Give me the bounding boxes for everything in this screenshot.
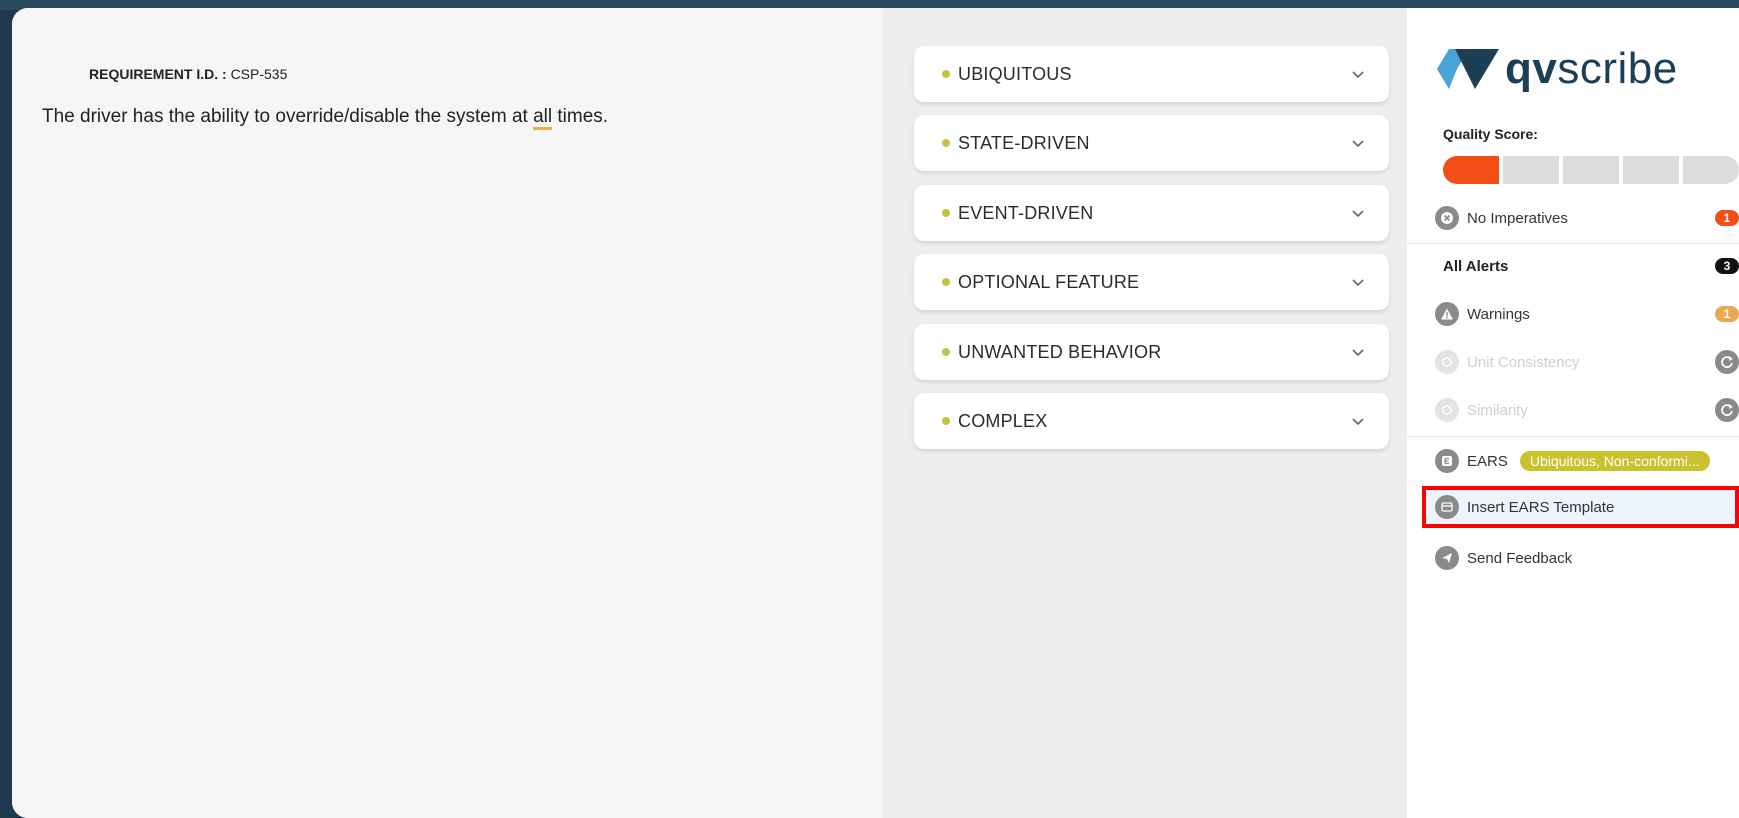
template-label: STATE-DRIVEN [958, 132, 1090, 153]
alert-warnings[interactable]: Warnings 1 [1435, 294, 1739, 334]
quality-score-segment [1503, 156, 1559, 184]
template-label: EVENT-DRIVEN [958, 202, 1094, 223]
template-optional-feature[interactable]: OPTIONAL FEATURE [914, 254, 1389, 310]
requirement-id: REQUIREMENT I.D. : CSP-535 [89, 66, 287, 82]
check-label: Similarity [1467, 401, 1528, 419]
template-event-driven[interactable]: EVENT-DRIVEN [914, 185, 1389, 241]
requirement-text[interactable]: The driver has the ability to override/d… [42, 106, 609, 130]
chevron-down-icon [1352, 418, 1364, 426]
divider [1407, 243, 1739, 244]
requirement-text-after: times. [552, 106, 609, 127]
insert-ears-template-label: Insert EARS Template [1467, 498, 1615, 516]
template-dot [942, 209, 950, 217]
qvscribe-logo-icon [1437, 49, 1499, 89]
highlighted-term[interactable]: all [533, 106, 553, 130]
check-label: Unit Consistency [1467, 353, 1580, 371]
insert-ears-template-button[interactable]: Insert EARS Template [1427, 490, 1735, 524]
requirement-id-label: REQUIREMENT I.D. : [89, 66, 227, 82]
ears-status[interactable]: EARS Ubiquitous, Non-conformi... [1435, 441, 1739, 481]
divider [1407, 436, 1739, 437]
template-dot [942, 417, 950, 425]
quality-score-segment [1683, 156, 1739, 184]
quality-score-segment [1443, 156, 1499, 184]
send-feedback-button[interactable]: Send Feedback [1435, 538, 1739, 578]
send-feedback-label: Send Feedback [1467, 549, 1573, 567]
quality-score-segment [1563, 156, 1619, 184]
qvscribe-logo: qvscribe [1437, 44, 1678, 94]
template-label: OPTIONAL FEATURE [958, 271, 1140, 292]
quality-score-bar [1443, 156, 1739, 184]
ears-label: EARS [1467, 452, 1508, 470]
refresh-icon[interactable] [1715, 350, 1739, 374]
qvscribe-panel: qvscribe Quality Score: No Imperatives 1… [1407, 8, 1739, 818]
ears-e-icon [1435, 449, 1459, 473]
all-alerts-count-badge: 3 [1715, 258, 1739, 274]
similarity-icon [1435, 398, 1459, 422]
all-alerts-header[interactable]: All Alerts 3 [1435, 246, 1739, 286]
template-dot [942, 348, 950, 356]
template-dot [942, 278, 950, 286]
paper-plane-icon [1435, 546, 1459, 570]
template-dot [942, 70, 950, 78]
template-dot [942, 139, 950, 147]
all-alerts-label: All Alerts [1443, 257, 1509, 275]
chevron-down-icon [1352, 140, 1364, 148]
requirement-id-value: CSP-535 [230, 66, 288, 82]
template-icon [1435, 495, 1459, 519]
requirement-editor[interactable]: REQUIREMENT I.D. : CSP-535 The driver ha… [12, 8, 882, 818]
quality-score-segment [1623, 156, 1679, 184]
qvscribe-wordmark: qvscribe [1505, 44, 1678, 94]
alert-no-imperatives[interactable]: No Imperatives 1 [1435, 198, 1739, 238]
alert-label: No Imperatives [1467, 209, 1568, 227]
alert-label: Warnings [1467, 305, 1530, 323]
ears-templates-column: UBIQUITOUS STATE-DRIVEN EVENT-DRIVEN OPT… [882, 8, 1407, 818]
chevron-down-icon [1352, 71, 1364, 79]
template-unwanted-behavior[interactable]: UNWANTED BEHAVIOR [914, 324, 1389, 380]
alert-count-badge: 1 [1715, 210, 1739, 226]
quality-score-label: Quality Score: [1443, 126, 1538, 142]
x-circle-icon [1435, 206, 1459, 230]
requirement-text-before: The driver has the ability to override/d… [42, 106, 534, 127]
unit-consistency-icon [1435, 350, 1459, 374]
warning-icon [1435, 302, 1459, 326]
template-label: UNWANTED BEHAVIOR [958, 341, 1162, 362]
chevron-down-icon [1352, 279, 1364, 287]
ears-classification-pill: Ubiquitous, Non-conformi... [1519, 451, 1710, 471]
check-similarity[interactable]: Similarity [1435, 390, 1739, 430]
logo-bold-part: qv [1505, 44, 1558, 93]
check-unit-consistency[interactable]: Unit Consistency [1435, 342, 1739, 382]
template-ubiquitous[interactable]: UBIQUITOUS [914, 46, 1389, 102]
refresh-icon[interactable] [1715, 398, 1739, 422]
warnings-count-badge: 1 [1715, 306, 1739, 322]
app-frame: REQUIREMENT I.D. : CSP-535 The driver ha… [12, 8, 1739, 818]
template-label: UBIQUITOUS [958, 63, 1072, 84]
template-complex[interactable]: COMPLEX [914, 393, 1389, 449]
chevron-down-icon [1352, 210, 1364, 218]
chevron-down-icon [1352, 349, 1364, 357]
template-label: COMPLEX [958, 410, 1048, 431]
template-state-driven[interactable]: STATE-DRIVEN [914, 115, 1389, 171]
logo-light-part: scribe [1557, 44, 1678, 93]
